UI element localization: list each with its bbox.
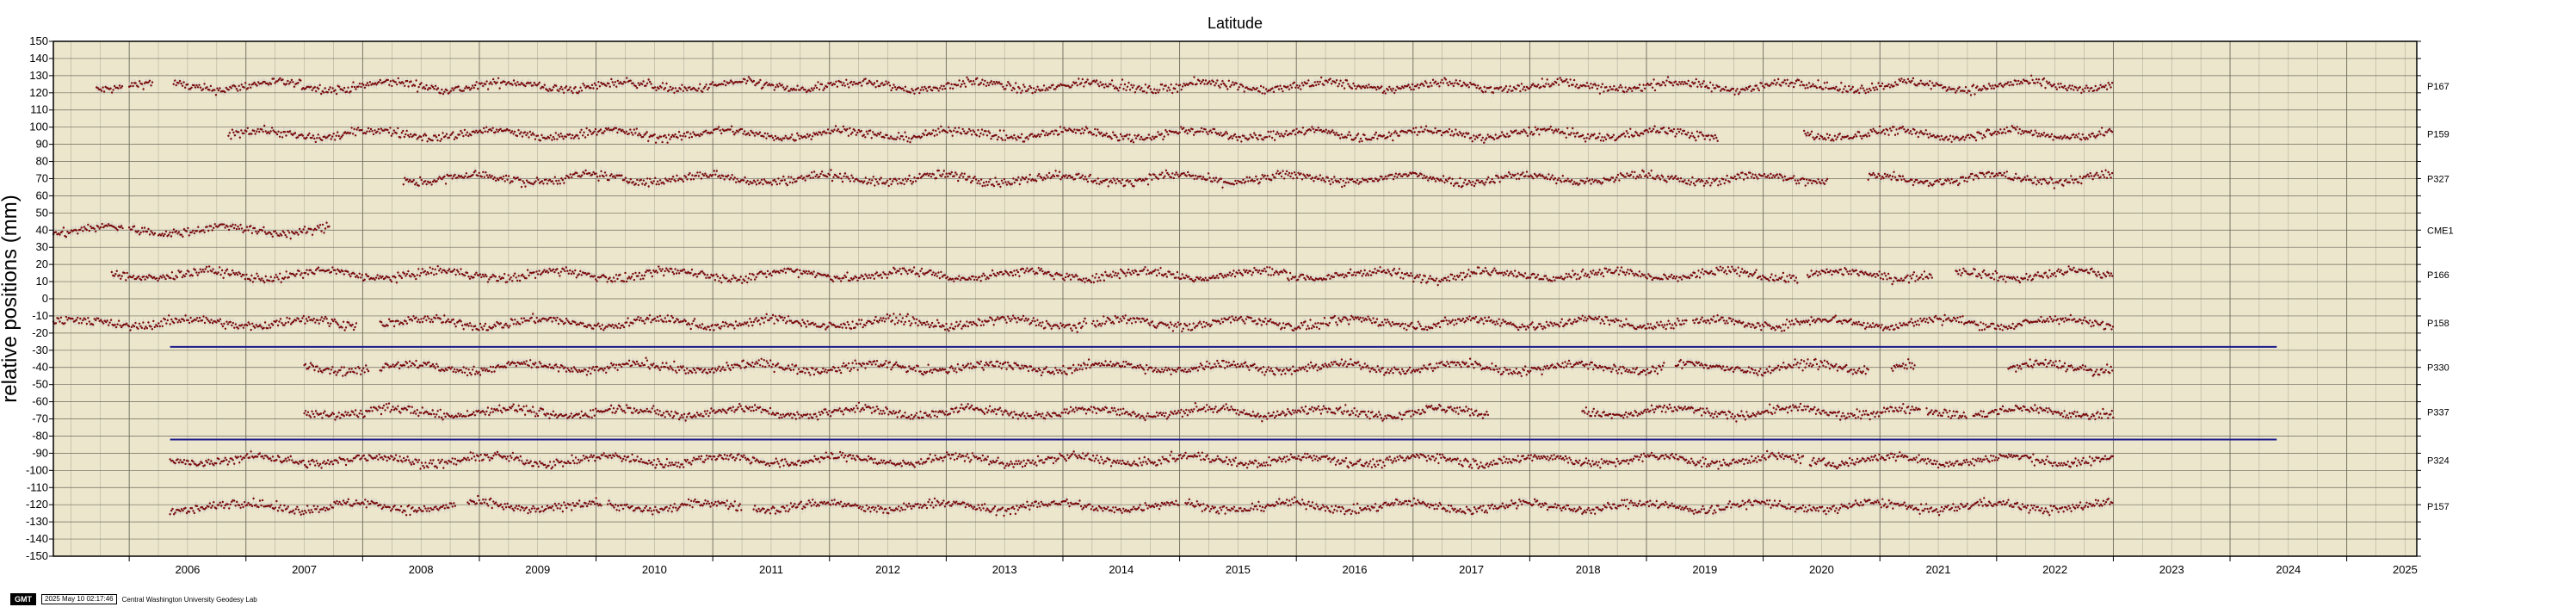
x-tick-label: 2025 — [2393, 563, 2418, 576]
y-tick-label: 140 — [29, 52, 48, 65]
y-tick-label: -90 — [32, 446, 48, 459]
y-tick-label: 90 — [36, 138, 48, 151]
x-tick-label: 2017 — [1459, 563, 1484, 576]
y-tick-label: 60 — [36, 189, 48, 201]
x-tick-label: 2006 — [175, 563, 200, 576]
y-axis-title: relative positions (mm) — [0, 195, 22, 402]
y-tick-label: -140 — [26, 532, 48, 545]
y-tick-label: -130 — [26, 515, 48, 528]
credit-text: Central Washington University Geodesy La… — [121, 595, 257, 604]
y-tick-label: -120 — [26, 498, 48, 511]
x-tick-label: 2022 — [2042, 563, 2067, 576]
x-tick-label: 2023 — [2159, 563, 2184, 576]
x-tick-label: 2007 — [292, 563, 317, 576]
y-tick-label: 30 — [36, 240, 48, 253]
latitude-chart: -150-140-130-120-110-100-90-80-70-60-50-… — [0, 15, 2454, 576]
station-label-P159: P159 — [2427, 130, 2449, 140]
y-tick-label: 10 — [36, 275, 48, 288]
y-tick-label: -60 — [32, 395, 48, 408]
x-tick-label: 2009 — [525, 563, 550, 576]
x-tick-label: 2019 — [1692, 563, 1717, 576]
y-tick-label: 110 — [30, 103, 48, 116]
x-tick-label: 2016 — [1343, 563, 1368, 576]
x-tick-label: 2008 — [409, 563, 434, 576]
x-tick-label: 2020 — [1809, 563, 1834, 576]
station-labels: P167 P159 P327 CME1 P166 P158 P330 P337 P324 P157 — [2427, 82, 2454, 512]
y-tick-label: 130 — [29, 69, 48, 82]
station-label-P158: P158 — [2427, 319, 2449, 329]
chart-title: Latitude — [1208, 15, 1263, 32]
station-label-P166: P166 — [2427, 270, 2449, 281]
station-label-P327: P327 — [2427, 174, 2449, 184]
timestamp: 2025 May 10 02:17:46 — [41, 594, 117, 604]
y-tick-label: 70 — [36, 171, 48, 184]
y-tick-label: -110 — [27, 480, 48, 493]
y-tick-label: -100 — [26, 463, 48, 476]
x-tick-label: 2018 — [1576, 563, 1601, 576]
y-tick-label: 40 — [36, 223, 48, 236]
station-label-CME1: CME1 — [2427, 226, 2454, 236]
x-tick-label: 2010 — [642, 563, 667, 576]
y-tick-label: -70 — [32, 412, 48, 425]
station-label-P330: P330 — [2427, 363, 2449, 374]
station-label-P157: P157 — [2427, 502, 2449, 512]
x-tick-label: 2011 — [759, 563, 783, 576]
x-tick-label: 2015 — [1226, 563, 1251, 576]
y-tick-label: 80 — [36, 155, 48, 168]
station-label-P337: P337 — [2427, 408, 2449, 418]
x-axis-ticks: 2006 2007 2008 2009 2010 2011 2012 2013 2014 2015… — [128, 556, 2418, 576]
y-tick-label: -40 — [32, 361, 48, 374]
station-label-P167: P167 — [2427, 82, 2449, 92]
y-tick-label: -150 — [26, 549, 48, 562]
y-tick-label: 20 — [36, 257, 48, 270]
y-tick-label: -10 — [32, 309, 48, 322]
y-tick-label: -80 — [32, 429, 48, 442]
y-tick-label: 100 — [29, 121, 48, 133]
x-tick-label: 2012 — [875, 563, 900, 576]
y-tick-label: 50 — [36, 206, 48, 219]
gmt-logo: GMT — [10, 593, 36, 605]
station-label-P324: P324 — [2427, 455, 2449, 466]
y-tick-label: 150 — [29, 34, 48, 47]
y-tick-label: 120 — [29, 86, 48, 99]
y-tick-label: -30 — [32, 344, 48, 356]
x-tick-label: 2013 — [992, 563, 1017, 576]
footer: GMT 2025 May 10 02:17:46 Central Washing… — [10, 593, 257, 605]
y-tick-label: -50 — [32, 378, 48, 391]
x-tick-label: 2014 — [1109, 563, 1134, 576]
x-tick-label: 2024 — [2276, 563, 2301, 576]
y-tick-label: 0 — [42, 292, 48, 305]
x-tick-label: 2021 — [1926, 563, 1951, 576]
y-tick-label: -20 — [32, 326, 48, 339]
